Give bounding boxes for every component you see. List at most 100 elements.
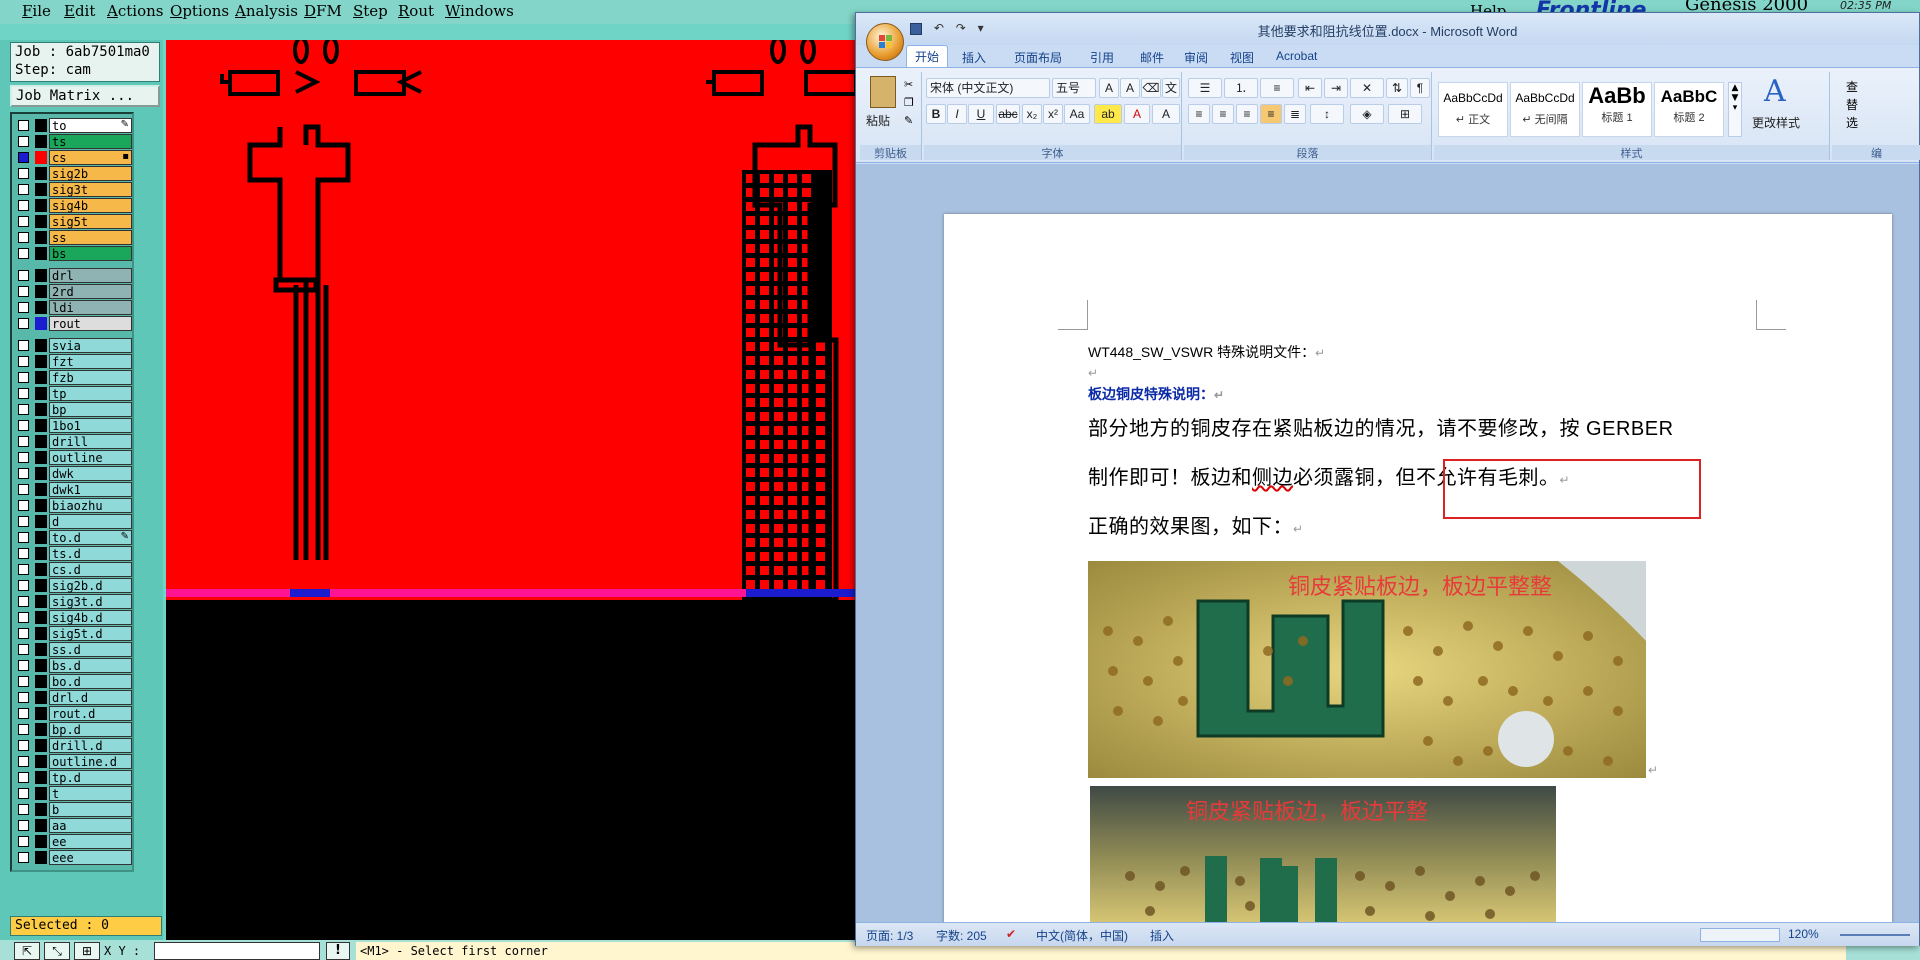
layer-checkbox[interactable] xyxy=(18,452,29,463)
italic-icon[interactable]: I xyxy=(947,104,967,124)
layer-color-swatch[interactable] xyxy=(35,135,47,148)
exclaim-button[interactable]: ! xyxy=(326,942,350,960)
layer-color-swatch[interactable] xyxy=(35,387,47,400)
style-heading-1[interactable]: AaBb 标题 1 xyxy=(1582,82,1652,137)
layer-color-swatch[interactable] xyxy=(35,835,47,848)
layer-row[interactable]: b xyxy=(16,802,132,817)
layer-color-swatch[interactable] xyxy=(35,467,47,480)
menu-edit[interactable]: Edit xyxy=(64,2,95,20)
menu-options[interactable]: Options xyxy=(170,2,229,20)
layer-checkbox[interactable] xyxy=(18,356,29,367)
layer-row[interactable]: 2rd xyxy=(16,284,132,299)
layer-color-swatch[interactable] xyxy=(35,723,47,736)
layer-checkbox[interactable] xyxy=(18,484,29,495)
underline-icon[interactable]: U xyxy=(968,104,994,124)
style-heading-2[interactable]: AaBbC 标题 2 xyxy=(1654,82,1724,137)
layer-row[interactable]: outline.d xyxy=(16,754,132,769)
layer-checkbox[interactable] xyxy=(18,420,29,431)
layer-color-swatch[interactable] xyxy=(35,675,47,688)
document-page[interactable]: WT448_SW_VSWR 特殊说明文件：↵ ↵ 板边铜皮特殊说明：↵ 部分地方… xyxy=(944,214,1892,922)
layer-color-swatch[interactable] xyxy=(35,659,47,672)
graphic-canvas[interactable] xyxy=(166,40,856,940)
layer-checkbox[interactable] xyxy=(18,660,29,671)
layer-name[interactable]: drl xyxy=(49,268,132,283)
align-center-icon[interactable]: ≡ xyxy=(1212,104,1234,124)
layer-color-swatch[interactable] xyxy=(35,851,47,864)
layer-name[interactable]: fzb xyxy=(49,370,132,385)
layer-color-swatch[interactable] xyxy=(35,499,47,512)
bullets-icon[interactable]: ☰ xyxy=(1188,78,1222,98)
font-color-icon[interactable]: A xyxy=(1124,104,1150,124)
layer-name[interactable]: ss xyxy=(49,230,132,245)
layer-row[interactable]: ldi xyxy=(16,300,132,315)
layer-row[interactable]: drl xyxy=(16,268,132,283)
layer-checkbox[interactable] xyxy=(18,302,29,313)
style-no-spacing[interactable]: AaBbCcDd ↵ 无间隔 xyxy=(1510,82,1580,137)
layer-color-swatch[interactable] xyxy=(35,285,47,298)
layer-row[interactable]: ts.d xyxy=(16,546,132,561)
multilevel-list-icon[interactable]: ≡ xyxy=(1260,78,1294,98)
menu-actions[interactable]: Actions xyxy=(107,2,163,20)
change-styles-button[interactable]: 更改样式 xyxy=(1752,114,1800,131)
layer-name[interactable]: sig3t xyxy=(49,182,132,197)
layer-checkbox[interactable] xyxy=(18,644,29,655)
layer-checkbox[interactable] xyxy=(18,270,29,281)
layer-row[interactable]: sig2b.d xyxy=(16,578,132,593)
layer-name[interactable]: bp xyxy=(49,402,132,417)
layer-checkbox[interactable] xyxy=(18,120,29,131)
layer-color-swatch[interactable] xyxy=(35,151,47,164)
layer-name[interactable]: t xyxy=(49,786,132,801)
borders-icon[interactable]: ⊞ xyxy=(1388,104,1422,124)
layer-color-swatch[interactable] xyxy=(35,595,47,608)
change-styles-icon[interactable]: A xyxy=(1764,74,1786,109)
tab-insert[interactable]: 插入 xyxy=(954,47,994,68)
layer-color-swatch[interactable] xyxy=(35,707,47,720)
line-spacing-icon[interactable]: ↕ xyxy=(1310,104,1344,124)
layer-checkbox[interactable] xyxy=(18,788,29,799)
layer-color-swatch[interactable] xyxy=(35,579,47,592)
layer-name[interactable]: bp.d xyxy=(49,722,132,737)
layer-color-swatch[interactable] xyxy=(35,355,47,368)
grid-tool[interactable]: ⊞ xyxy=(74,942,100,960)
layer-row[interactable]: bo.d xyxy=(16,674,132,689)
layer-checkbox[interactable] xyxy=(18,168,29,179)
layer-color-swatch[interactable] xyxy=(35,803,47,816)
layer-name[interactable]: eee xyxy=(49,850,132,865)
layer-row[interactable]: drill xyxy=(16,434,132,449)
layer-row[interactable]: dwk xyxy=(16,466,132,481)
replace-button[interactable]: 替 xyxy=(1846,96,1858,113)
shrink-font-icon[interactable]: A xyxy=(1120,78,1140,98)
layer-row[interactable]: ee xyxy=(16,834,132,849)
zoom-area-tool[interactable]: ⇱ xyxy=(14,942,40,960)
cut-icon[interactable]: ✂ xyxy=(904,78,913,91)
tab-view[interactable]: 视图 xyxy=(1222,47,1262,68)
layer-name[interactable]: cs xyxy=(49,150,132,165)
layer-color-swatch[interactable] xyxy=(35,643,47,656)
layer-row[interactable]: tp.d xyxy=(16,770,132,785)
layer-name[interactable]: rout.d xyxy=(49,706,132,721)
sort-icon[interactable]: ⇅ xyxy=(1386,78,1408,98)
layer-checkbox[interactable] xyxy=(18,404,29,415)
layer-checkbox[interactable] xyxy=(18,836,29,847)
change-case-icon[interactable]: Aa xyxy=(1064,104,1090,124)
page-count[interactable]: 页面: 1/3 xyxy=(866,927,913,944)
layer-name[interactable]: drl.d xyxy=(49,690,132,705)
layer-name[interactable]: ee xyxy=(49,834,132,849)
layer-row[interactable]: bp.d xyxy=(16,722,132,737)
job-matrix-button[interactable]: Job Matrix ... xyxy=(10,85,160,107)
grow-font-icon[interactable]: A xyxy=(1099,78,1119,98)
layer-row[interactable]: ss.d xyxy=(16,642,132,657)
layer-name[interactable]: biaozhu xyxy=(49,498,132,513)
increase-indent-icon[interactable]: ⇥ xyxy=(1324,78,1348,98)
layer-checkbox[interactable] xyxy=(18,286,29,297)
find-button[interactable]: 查 xyxy=(1846,78,1858,95)
word-count[interactable]: 字数: 205 xyxy=(936,927,987,944)
layer-color-swatch[interactable] xyxy=(35,739,47,752)
justify-icon[interactable]: ≡ xyxy=(1260,104,1282,124)
styles-scroll-arrows[interactable]: ▲ ▼ ▾ xyxy=(1728,82,1742,137)
chinese-layout-icon[interactable]: ✕ xyxy=(1350,78,1384,98)
clear-format-icon[interactable]: ⌫ xyxy=(1141,78,1161,98)
menu-step[interactable]: Step xyxy=(353,2,388,20)
tab-review[interactable]: 审阅 xyxy=(1176,47,1216,68)
layer-name[interactable]: b xyxy=(49,802,132,817)
